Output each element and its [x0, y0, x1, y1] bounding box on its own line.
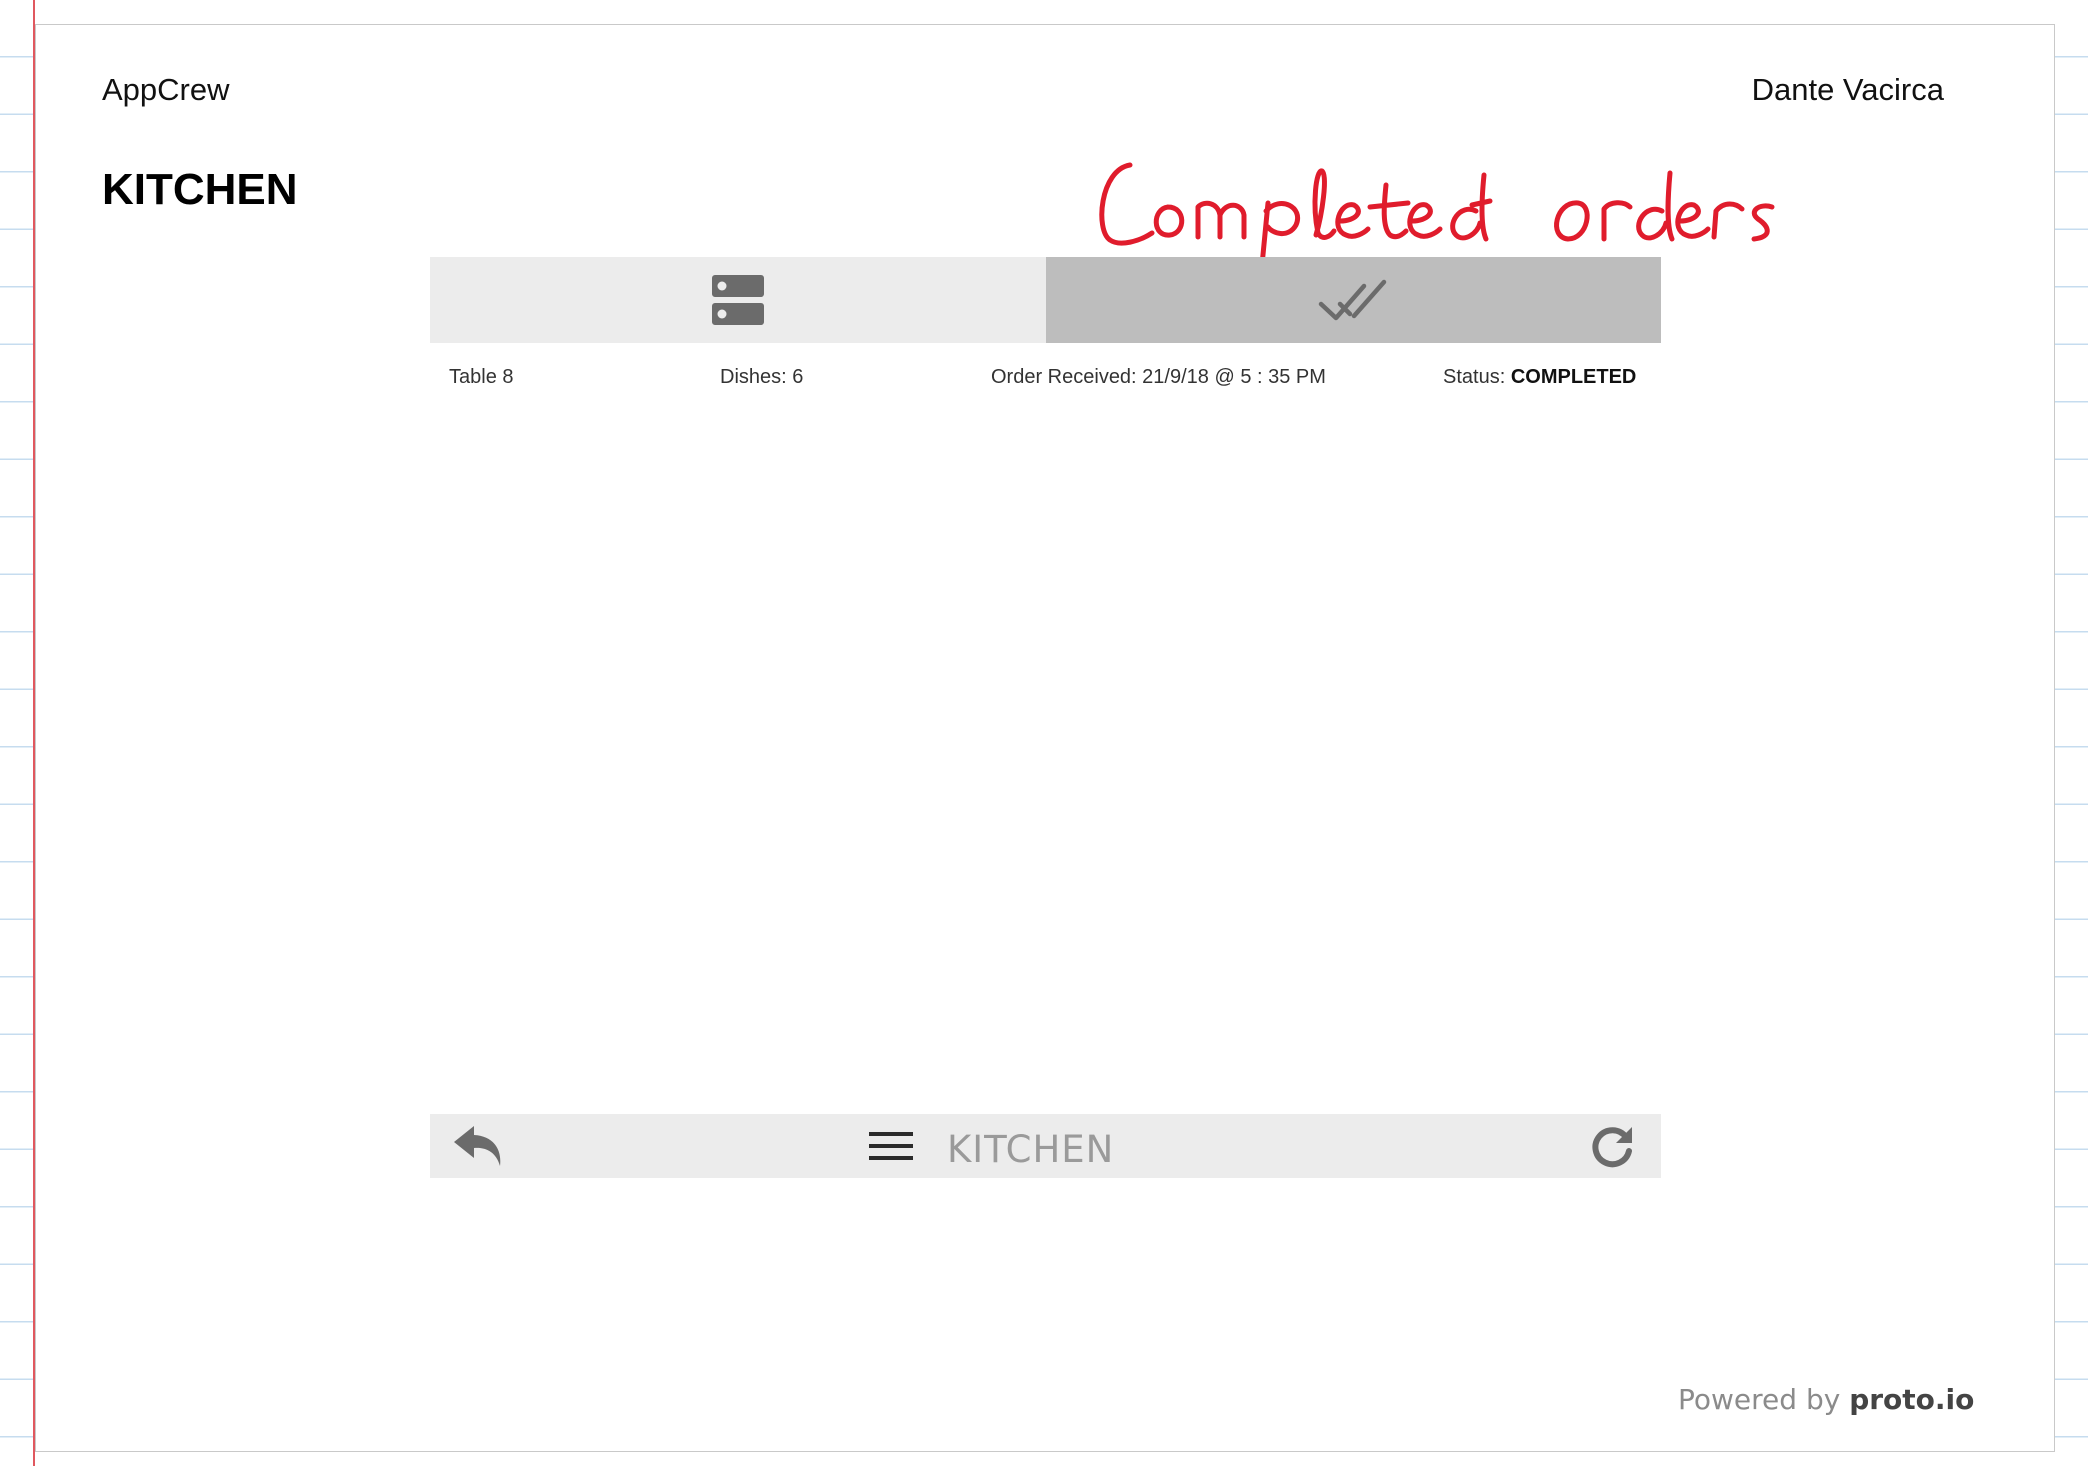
- order-status: Status: COMPLETED: [1443, 366, 1636, 389]
- author-name: Dante Vacirca: [1751, 72, 1944, 107]
- back-button[interactable]: [452, 1122, 506, 1170]
- status-label: Status:: [1443, 366, 1511, 388]
- status-badge: COMPLETED: [1510, 366, 1637, 388]
- refresh-button[interactable]: [1588, 1123, 1636, 1171]
- order-received: Order Received: 21/9/18 @ 5 : 35 PM: [991, 366, 1326, 388]
- completed-orders-handwriting: [1099, 162, 1775, 268]
- order-row[interactable]: Table 8 Dishes: 6 Order Received: 21/9/1…: [430, 358, 1661, 398]
- server-list-icon: [711, 275, 764, 325]
- proto-io-logo: proto.io: [1849, 1383, 1975, 1416]
- reply-arrow-icon: [454, 1126, 501, 1166]
- app-name: AppCrew: [102, 72, 230, 107]
- order-dishes: Dishes: 6: [720, 366, 804, 388]
- powered-prefix: Powered by: [1678, 1383, 1850, 1416]
- double-check-icon: [1319, 279, 1387, 321]
- bottom-navigation-bar: KITCHEN: [430, 1114, 1661, 1178]
- refresh-icon: [1592, 1127, 1632, 1168]
- hamburger-menu-icon: [869, 1132, 913, 1160]
- handwritten-annotation: [1090, 145, 1830, 275]
- bottom-bar-title: KITCHEN: [947, 1128, 1115, 1171]
- powered-by-footer: Powered by proto.io: [1678, 1383, 1974, 1416]
- tab-active-orders[interactable]: [430, 257, 1046, 343]
- order-table: Table 8: [449, 366, 514, 388]
- order-tabs: [430, 257, 1661, 343]
- page-title: KITCHEN: [102, 165, 298, 214]
- menu-button[interactable]: [868, 1128, 914, 1164]
- tab-completed-orders[interactable]: [1045, 257, 1661, 343]
